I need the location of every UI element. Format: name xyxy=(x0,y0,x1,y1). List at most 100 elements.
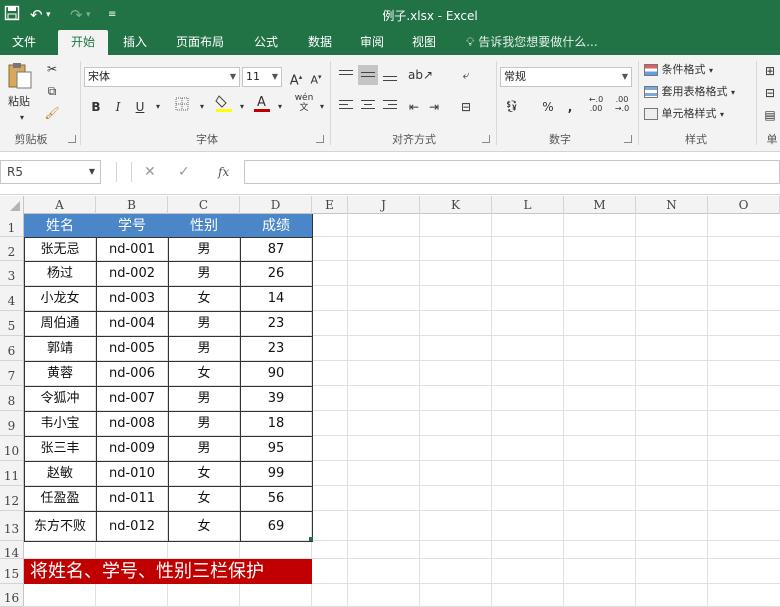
border-dropdown-icon[interactable]: ▾ xyxy=(192,97,212,117)
align-bottom-icon[interactable] xyxy=(380,65,400,85)
clipboard-launcher-icon[interactable] xyxy=(68,135,76,143)
table-cell[interactable]: nd-006 xyxy=(96,361,169,387)
table-cell[interactable]: 男 xyxy=(168,311,241,337)
decrease-indent-icon[interactable]: ⇤ xyxy=(404,97,424,117)
paste-dropdown-icon[interactable]: ▾ xyxy=(20,109,24,127)
tab-page-layout[interactable]: 页面布局 xyxy=(166,30,234,55)
row-header[interactable]: 11 xyxy=(0,461,24,486)
table-cell[interactable]: nd-012 xyxy=(96,511,169,542)
column-header-b[interactable]: B xyxy=(96,196,168,214)
table-cell[interactable]: 赵敏 xyxy=(24,461,97,487)
align-top-icon[interactable] xyxy=(336,65,356,85)
comma-style-icon[interactable]: , xyxy=(560,97,580,117)
fill-handle[interactable] xyxy=(309,537,313,541)
copy-icon[interactable]: ⧉ xyxy=(42,81,62,101)
font-color-dropdown-icon[interactable]: ▾ xyxy=(270,97,290,117)
table-cell[interactable]: 张无忌 xyxy=(24,237,97,262)
table-cell[interactable]: nd-008 xyxy=(96,411,169,437)
fill-color-icon[interactable] xyxy=(214,93,234,113)
table-cell[interactable]: 女 xyxy=(168,511,241,542)
column-header-l[interactable]: L xyxy=(492,196,564,214)
conditional-format-button[interactable]: 条件格式 ▾ xyxy=(644,61,713,80)
table-cell[interactable]: 87 xyxy=(240,237,313,262)
merge-center-icon[interactable]: ⊟ xyxy=(456,97,476,117)
italic-button[interactable]: I xyxy=(108,97,128,117)
cancel-icon[interactable]: ✕ xyxy=(144,161,156,183)
formula-input[interactable] xyxy=(244,160,780,184)
table-cell[interactable]: 女 xyxy=(168,361,241,387)
tell-me-box[interactable]: 💡︎ 告诉我您想要做什么... xyxy=(466,30,598,55)
table-cell[interactable]: nd-009 xyxy=(96,436,169,462)
table-cell[interactable]: 90 xyxy=(240,361,313,387)
font-launcher-icon[interactable] xyxy=(316,135,324,143)
table-header-cell[interactable]: 性别 xyxy=(168,214,241,238)
table-cell[interactable]: 张三丰 xyxy=(24,436,97,462)
increase-font-icon[interactable]: A▴ xyxy=(286,67,306,88)
tab-home[interactable]: 开始 xyxy=(58,30,108,55)
delete-cells-icon[interactable]: ⊟ xyxy=(760,83,780,103)
row-header[interactable]: 13 xyxy=(0,511,24,541)
table-cell[interactable]: 男 xyxy=(168,411,241,437)
select-all-corner[interactable] xyxy=(0,196,24,214)
column-header-m[interactable]: M xyxy=(564,196,636,214)
wrap-text-icon[interactable]: ⤶ xyxy=(456,65,476,85)
row-header[interactable]: 8 xyxy=(0,386,24,411)
align-right-icon[interactable] xyxy=(380,97,400,117)
table-cell[interactable]: 56 xyxy=(240,486,313,512)
tab-data[interactable]: 数据 xyxy=(298,30,342,55)
number-launcher-icon[interactable] xyxy=(624,135,632,143)
table-cell[interactable]: 女 xyxy=(168,486,241,512)
row-header[interactable]: 3 xyxy=(0,261,24,286)
table-cell[interactable]: 任盈盈 xyxy=(24,486,97,512)
currency-icon[interactable]: 💱︎ xyxy=(502,97,522,117)
row-header[interactable]: 14 xyxy=(0,541,24,560)
format-as-table-button[interactable]: 套用表格格式 ▾ xyxy=(644,83,735,102)
column-header-k[interactable]: K xyxy=(420,196,492,214)
alignment-launcher-icon[interactable] xyxy=(482,135,490,143)
table-header-cell[interactable]: 成绩 xyxy=(240,214,313,238)
table-cell[interactable]: 14 xyxy=(240,286,313,312)
paste-icon[interactable] xyxy=(6,61,34,91)
underline-button[interactable]: U xyxy=(130,97,150,117)
paste-button[interactable]: 粘贴 xyxy=(8,93,30,111)
table-cell[interactable]: 黄蓉 xyxy=(24,361,97,387)
table-cell[interactable]: 男 xyxy=(168,336,241,362)
insert-cells-icon[interactable]: ⊞ xyxy=(760,61,780,81)
cut-icon[interactable]: ✂ xyxy=(42,59,62,79)
tab-file[interactable]: 文件 xyxy=(0,30,48,55)
table-header-cell[interactable]: 学号 xyxy=(96,214,169,238)
row-header[interactable]: 5 xyxy=(0,311,24,336)
decrease-font-icon[interactable]: A▾ xyxy=(306,67,326,87)
underline-dropdown-icon[interactable]: ▾ xyxy=(148,97,168,117)
tab-view[interactable]: 视图 xyxy=(402,30,446,55)
row-header[interactable]: 12 xyxy=(0,486,24,511)
row-header[interactable]: 16 xyxy=(0,584,24,607)
column-header-c[interactable]: C xyxy=(168,196,240,214)
column-header-e[interactable]: E xyxy=(312,196,348,214)
align-center-icon[interactable] xyxy=(358,97,378,117)
table-cell[interactable]: nd-010 xyxy=(96,461,169,487)
enter-icon[interactable]: ✓ xyxy=(178,161,190,183)
table-cell[interactable]: 99 xyxy=(240,461,313,487)
row-header[interactable]: 6 xyxy=(0,336,24,361)
table-cell[interactable]: 男 xyxy=(168,237,241,262)
table-cell[interactable]: 39 xyxy=(240,386,313,412)
fill-color-dropdown-icon[interactable]: ▾ xyxy=(232,97,252,117)
border-icon[interactable] xyxy=(172,97,192,117)
row-header[interactable]: 7 xyxy=(0,361,24,386)
format-cells-icon[interactable]: ▤ xyxy=(760,105,780,125)
table-cell[interactable]: 东方不败 xyxy=(24,511,97,542)
column-header-a[interactable]: A xyxy=(24,196,96,214)
number-format-combo[interactable]: 常规 ▼ xyxy=(500,67,632,87)
name-box[interactable]: R5 ▼ xyxy=(0,160,101,184)
table-cell[interactable]: 郭靖 xyxy=(24,336,97,362)
row-header[interactable]: 15 xyxy=(0,559,24,584)
table-cell[interactable]: 韦小宝 xyxy=(24,411,97,437)
phonetic-dropdown-icon[interactable]: ▾ xyxy=(312,97,332,117)
increase-decimal-icon[interactable]: ←.0.00 xyxy=(586,95,606,115)
percent-icon[interactable]: % xyxy=(538,97,558,117)
column-header-j[interactable]: J xyxy=(348,196,420,214)
tab-insert[interactable]: 插入 xyxy=(112,30,158,55)
tab-review[interactable]: 审阅 xyxy=(350,30,394,55)
table-header-cell[interactable]: 姓名 xyxy=(24,214,97,238)
